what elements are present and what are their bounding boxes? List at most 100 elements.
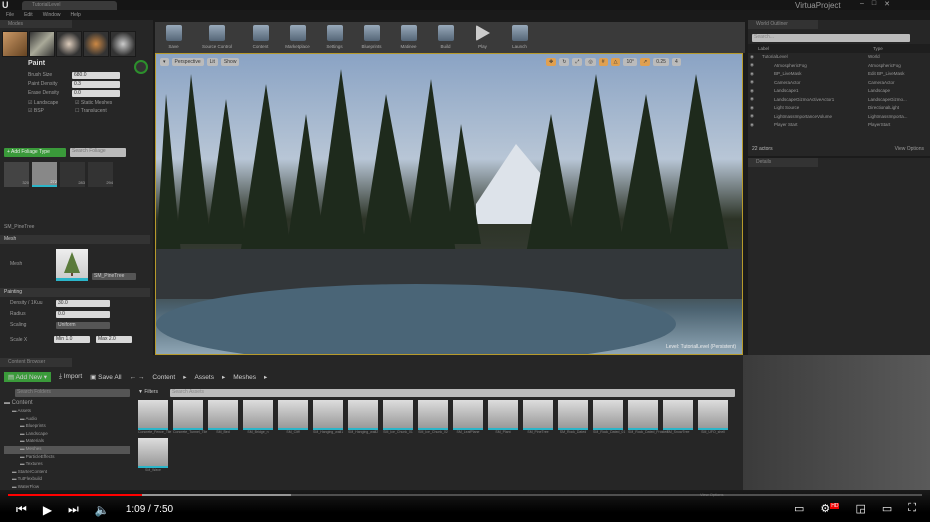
modes-tab[interactable]: Modes <box>0 20 72 28</box>
add-new-button[interactable]: ▤ Add New ▾ <box>4 372 52 382</box>
blueprints-button[interactable]: Blueprints <box>353 22 390 53</box>
import-button[interactable]: ⤓ Import <box>59 373 82 381</box>
visibility-eye-icon[interactable]: ◉ <box>748 88 758 94</box>
paint-density-field[interactable]: 0.3 <box>72 81 120 88</box>
previous-icon[interactable]: ⏮ <box>16 502 27 517</box>
checkbox-landscape[interactable]: ☑ Landscape <box>28 100 73 106</box>
asset-tile[interactable]: Concrete_Fence_Tile <box>138 400 171 434</box>
asset-tile[interactable]: SM_Hanging_wall1 <box>313 400 343 434</box>
asset-tile[interactable]: SM_Bed <box>208 400 238 434</box>
rotation-snap-value[interactable]: 10° <box>623 58 637 66</box>
visibility-eye-icon[interactable]: ◉ <box>748 96 758 102</box>
outliner-row[interactable]: ◉ Light Source DirectionalLight <box>748 104 930 113</box>
source-control-button[interactable]: Source Control <box>192 22 242 53</box>
paint-mode-button[interactable] <box>29 31 55 57</box>
asset-tile[interactable]: SM_SnowTree <box>663 400 693 434</box>
progress-bar[interactable] <box>8 494 922 496</box>
foliage-type-2[interactable]: 272 <box>32 162 57 187</box>
path-meshes[interactable]: Meshes <box>233 374 256 381</box>
grid-size-value[interactable]: 4 <box>671 58 681 66</box>
foliage-type-4[interactable]: 294 <box>88 162 113 187</box>
level-tab[interactable]: TutorialLevel <box>22 1 117 10</box>
folder-item[interactable]: ▬ StarterContent <box>4 469 130 477</box>
asset-tile[interactable]: SM_Cliff <box>278 400 308 434</box>
folder-item[interactable]: ▬ TutFlexbuild <box>4 476 130 484</box>
content-browser-tab[interactable]: Content Browser <box>0 358 72 367</box>
miniplayer-icon[interactable]: ◲ <box>855 502 865 515</box>
show-button[interactable]: Show <box>220 58 240 66</box>
scale-min-field[interactable]: Min 1.0 <box>54 336 90 343</box>
world-outliner-tab[interactable]: World Outliner <box>748 20 818 29</box>
brush-size-field[interactable]: 680.0 <box>72 72 120 79</box>
add-foliage-type-button[interactable]: + Add Foliage Type <box>4 148 66 157</box>
folder-item[interactable]: ▬ Landscape <box>4 431 130 439</box>
close-icon[interactable]: ✕ <box>884 0 890 8</box>
visibility-eye-icon[interactable]: ◉ <box>748 62 758 68</box>
outliner-row[interactable]: ◉ LightmassImportanceVolume LightmassImpor… <box>748 112 930 121</box>
outliner-row[interactable]: ◉ AtmosphericFog AtmosphericFog <box>748 61 930 70</box>
viewport-options-button[interactable]: ▾ <box>160 58 169 66</box>
mesh-select[interactable]: SM_PineTree <box>92 273 136 280</box>
camera-speed-icon[interactable]: ↗ <box>640 58 651 66</box>
outliner-view-options[interactable]: View Options <box>895 146 924 152</box>
back-forward-icon[interactable]: ← → <box>130 374 145 381</box>
asset-tile[interactable]: SM_Ice_Chunk_02 <box>418 400 448 434</box>
world-local-icon[interactable]: ◎ <box>585 58 596 66</box>
scaling-select[interactable]: Uniform <box>56 322 110 329</box>
mesh-section-header[interactable]: Mesh <box>0 235 150 244</box>
erase-density-field[interactable]: 0.0 <box>72 90 120 97</box>
settings-gear-icon[interactable]: ⚙HD <box>820 502 840 515</box>
outliner-row[interactable]: ◉ Landscape1 Landscape <box>748 87 930 96</box>
asset-tile[interactable]: SM_LeafPlane <box>453 400 483 434</box>
type-column-header[interactable]: Type <box>873 46 883 51</box>
folder-item[interactable]: ▬ Assets <box>4 408 130 416</box>
painting-section-header[interactable]: Painting <box>0 288 150 297</box>
rotate-tool-icon[interactable]: ↻ <box>559 58 570 66</box>
minimize-icon[interactable]: – <box>860 0 864 8</box>
folder-item[interactable]: ▬ Blueprints <box>4 423 130 431</box>
menu-window[interactable]: Window <box>43 12 61 18</box>
save-button[interactable]: Save <box>155 22 192 53</box>
play-button[interactable]: Play <box>464 22 501 53</box>
subtitles-icon[interactable]: ▭ <box>794 502 804 515</box>
density-field[interactable]: 30.0 <box>56 300 110 307</box>
path-assets[interactable]: Assets <box>194 374 214 381</box>
folder-item[interactable]: ▬ Meshes <box>4 445 130 454</box>
foliage-type-1[interactable]: 320 <box>4 162 29 187</box>
asset-tile[interactable]: SM_Ice_Chunk_01 <box>383 400 413 434</box>
folder-item[interactable]: ▬ ParticleEffects <box>4 454 130 462</box>
asset-tile[interactable]: SM_UFO_shell <box>698 400 728 434</box>
asset-tile[interactable]: SM_PineTree <box>523 400 553 434</box>
visibility-eye-icon[interactable]: ◉ <box>748 54 758 60</box>
landscape-mode-button[interactable] <box>56 31 82 57</box>
grid-snap-icon[interactable]: # <box>598 58 608 66</box>
geometry-mode-button[interactable] <box>110 31 136 57</box>
foliage-type-3[interactable]: 283 <box>60 162 85 187</box>
maximize-icon[interactable]: □ <box>872 0 876 8</box>
theater-mode-icon[interactable]: ▭ <box>882 502 892 515</box>
foliage-settings-icon[interactable] <box>134 60 148 74</box>
asset-tile[interactable]: Concrete_Tunnel_Tile <box>173 400 207 434</box>
content-button[interactable]: Content <box>242 22 279 53</box>
visibility-eye-icon[interactable]: ◉ <box>748 113 758 119</box>
volume-icon[interactable]: 🔈 <box>95 503 110 517</box>
details-tab[interactable]: Details <box>748 158 818 167</box>
menu-edit[interactable]: Edit <box>24 12 33 18</box>
visibility-eye-icon[interactable]: ◉ <box>748 79 758 85</box>
label-column-header[interactable]: Label <box>758 46 873 51</box>
asset-tile[interactable]: SM_Wave <box>138 438 168 472</box>
asset-tile[interactable]: SM_Hanging_wall2 <box>348 400 378 434</box>
rotation-snap-icon[interactable]: △ <box>610 58 621 66</box>
visibility-eye-icon[interactable]: ◉ <box>748 122 758 128</box>
asset-tile[interactable]: SM_Rock_Dated_01 <box>593 400 625 434</box>
place-mode-button[interactable] <box>2 31 28 57</box>
foliage-mode-button[interactable] <box>83 31 109 57</box>
visibility-eye-icon[interactable]: ◉ <box>748 71 758 77</box>
mesh-thumbnail[interactable] <box>56 249 88 281</box>
visibility-eye-icon[interactable]: ◉ <box>748 105 758 111</box>
search-foliage-input[interactable]: Search Foliage <box>70 148 126 157</box>
build-button[interactable]: Build <box>427 22 464 53</box>
level-viewport[interactable]: ▾ Perspective Lit Show ✥ ↻ ⤢ ◎ # △ 10° ↗… <box>155 53 743 355</box>
radius-field[interactable]: 0.0 <box>56 311 110 318</box>
menu-file[interactable]: File <box>6 12 14 18</box>
